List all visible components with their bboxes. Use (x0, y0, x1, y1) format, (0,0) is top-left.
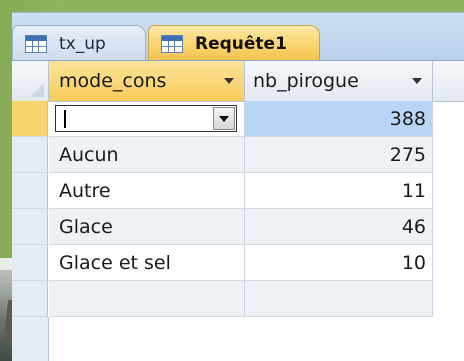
empty-grid-area (12, 317, 464, 361)
row-selector-column (12, 317, 49, 361)
table-row[interactable]: 388 (12, 101, 464, 137)
select-all-corner[interactable] (12, 61, 49, 101)
cell-nb-pirogue[interactable]: 275 (245, 137, 433, 173)
table-row[interactable]: Glace 46 (12, 209, 464, 245)
column-dropdown-icon[interactable] (412, 78, 422, 84)
row-selector[interactable] (12, 173, 48, 209)
row-selector[interactable] (12, 245, 48, 281)
query-icon (161, 34, 183, 53)
cell-nb-pirogue[interactable]: 388 (245, 101, 433, 137)
tab-label: Requête1 (195, 33, 287, 54)
table-row[interactable]: Aucun 275 (12, 137, 464, 173)
cell-mode-cons[interactable] (49, 101, 245, 137)
cell-mode-cons[interactable]: Autre (49, 173, 245, 209)
column-header-row: mode_cons nb_pirogue (12, 61, 464, 102)
tab-tx-up[interactable]: tx_up (12, 25, 146, 61)
text-caret (64, 110, 66, 128)
table-icon (25, 34, 47, 53)
column-header-label: nb_pirogue (253, 70, 359, 92)
cell-nb-pirogue[interactable]: 46 (245, 209, 433, 245)
tab-label: tx_up (59, 33, 106, 54)
document-tab-bar: tx_up Requête1 (12, 12, 464, 61)
table-row[interactable]: Autre 11 (12, 173, 464, 209)
row-selector[interactable] (12, 101, 48, 137)
cell-mode-cons[interactable]: Glace (49, 209, 245, 245)
table-row[interactable]: Glace et sel 10 (12, 245, 464, 281)
column-header-label: mode_cons (59, 70, 167, 92)
column-header-mode-cons[interactable]: mode_cons (49, 61, 245, 101)
cell-mode-cons[interactable]: Aucun (49, 137, 245, 173)
new-record-row[interactable] (12, 281, 464, 317)
column-header-nb-pirogue[interactable]: nb_pirogue (245, 61, 433, 101)
row-selector[interactable] (12, 209, 48, 245)
datasheet-grid: mode_cons nb_pirogue 388 Aucun 275 Autre… (12, 60, 464, 361)
tab-requete1[interactable]: Requête1 (148, 25, 320, 61)
row-selector[interactable] (12, 281, 48, 317)
row-selector[interactable] (12, 137, 48, 173)
combobox-dropdown-button[interactable] (213, 107, 235, 130)
cell-mode-cons[interactable]: Glace et sel (49, 245, 245, 281)
cell-nb-pirogue[interactable] (245, 281, 433, 317)
cell-mode-cons[interactable] (49, 281, 245, 317)
mode-cons-combobox[interactable] (55, 105, 237, 132)
chevron-down-icon (219, 115, 229, 122)
cell-nb-pirogue[interactable]: 11 (245, 173, 433, 209)
cell-nb-pirogue[interactable]: 10 (245, 245, 433, 281)
column-dropdown-icon[interactable] (224, 78, 234, 84)
